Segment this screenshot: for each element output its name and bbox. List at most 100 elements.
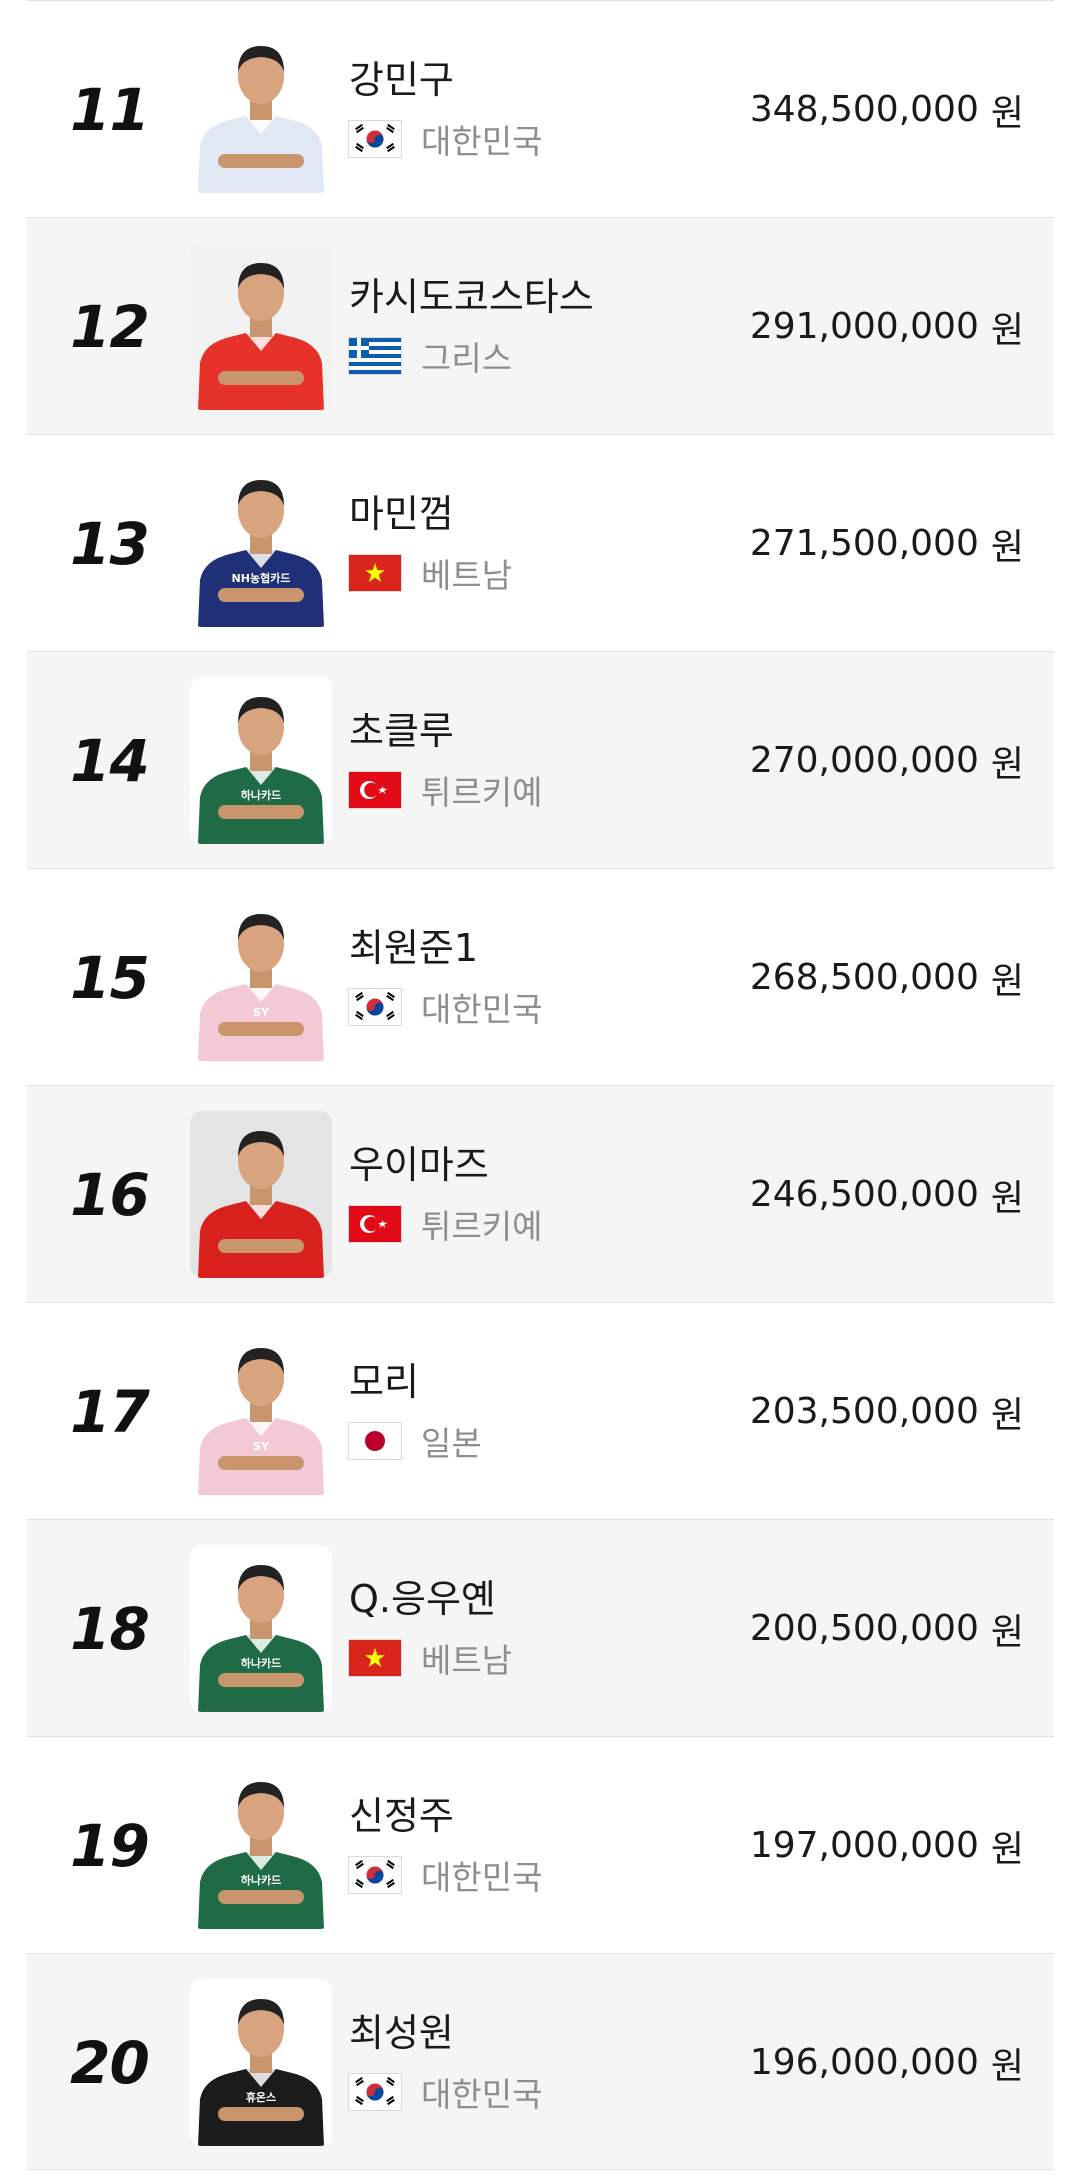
svg-text:하나카드: 하나카드	[241, 1873, 281, 1887]
currency-unit: 원	[990, 1177, 1024, 1219]
rank-number: 17	[70, 1377, 150, 1446]
svg-text:하나카드: 하나카드	[241, 1656, 281, 1670]
svg-text:하나카드: 하나카드	[241, 788, 281, 802]
player-row[interactable]: 17 SY 모리 일본 203,500,000 원	[27, 1302, 1054, 1519]
kr-flag-icon	[349, 121, 401, 157]
rank-number: 11	[70, 75, 150, 144]
player-nationality: 일본	[349, 1421, 482, 1463]
prize-amount: 270,000,000	[749, 740, 979, 781]
tr-flag-icon	[349, 772, 401, 808]
currency-unit: 원	[990, 1394, 1024, 1436]
prize-money: 291,000,000 원	[750, 218, 1024, 435]
prize-amount: 268,500,000	[749, 957, 979, 998]
player-photo	[190, 26, 332, 193]
player-name: 초클루	[349, 709, 454, 753]
player-name: 최성원	[349, 2011, 454, 2055]
rank-number: 20	[70, 2028, 150, 2097]
player-name: 강민구	[349, 58, 454, 102]
player-nationality: 튀르키예	[349, 770, 542, 812]
player-name: 우이마즈	[349, 1143, 489, 1187]
svg-text:휴온스: 휴온스	[246, 2090, 276, 2104]
currency-unit: 원	[990, 309, 1024, 351]
country-name: 그리스	[421, 339, 513, 378]
player-nationality: 베트남	[349, 1638, 512, 1680]
rank-number: 16	[70, 1160, 150, 1229]
country-name: 대한민국	[421, 1858, 543, 1897]
currency-unit: 원	[990, 1828, 1024, 1870]
currency-unit: 원	[990, 1611, 1024, 1653]
prize-money: 197,000,000 원	[750, 1737, 1024, 1954]
prize-money: 200,500,000 원	[750, 1520, 1024, 1737]
gr-flag-icon	[349, 338, 401, 374]
currency-unit: 원	[990, 526, 1024, 568]
player-nationality: 대한민국	[349, 119, 542, 161]
svg-text:NH농협카드: NH농협카드	[232, 571, 291, 585]
country-name: 튀르키예	[421, 1207, 543, 1246]
prize-amount: 271,500,000	[749, 523, 979, 564]
rank-number: 12	[70, 292, 150, 361]
player-name: 모리	[349, 1360, 419, 1404]
player-row[interactable]: 11 강민구대한민국 348,500,000 원	[27, 0, 1054, 217]
prize-money: 246,500,000 원	[750, 1086, 1024, 1303]
kr-flag-icon	[349, 1857, 401, 1893]
player-photo: 휴온스	[190, 1979, 332, 2146]
player-photo	[190, 243, 332, 410]
prize-amount: 246,500,000	[749, 1174, 979, 1215]
player-name: 마민껌	[349, 492, 454, 536]
prize-money: 270,000,000 원	[750, 652, 1024, 869]
player-name: 카시도코스타스	[349, 275, 594, 319]
kr-flag-icon	[349, 989, 401, 1025]
player-row[interactable]: 14 하나카드 초클루튀르키예 270,000,000 원	[27, 651, 1054, 868]
player-photo	[190, 1111, 332, 1278]
player-row[interactable]: 18 하나카드 Q.응우옌 베트남 200,500,000 원	[27, 1519, 1054, 1736]
country-name: 튀르키예	[421, 773, 543, 812]
prize-money: 203,500,000 원	[750, 1303, 1024, 1520]
player-name: 최원준1	[349, 926, 479, 970]
player-nationality: 대한민국	[349, 987, 542, 1029]
country-name: 대한민국	[421, 990, 543, 1029]
jp-flag-icon	[349, 1423, 401, 1459]
rank-number: 14	[70, 726, 150, 795]
player-name: 신정주	[349, 1794, 454, 1838]
player-nationality: 대한민국	[349, 1855, 542, 1897]
prize-amount: 348,500,000	[749, 89, 979, 130]
player-nationality: 베트남	[349, 553, 512, 595]
player-nationality: 그리스	[349, 336, 512, 378]
vn-flag-icon	[349, 1640, 401, 1676]
prize-amount: 291,000,000	[749, 306, 979, 347]
prize-money: 196,000,000 원	[750, 1954, 1024, 2171]
player-photo: SY	[190, 894, 332, 1061]
player-row[interactable]: 15 SY 최원준1 대한민국 268,500,000 원	[27, 868, 1054, 1085]
rank-number: 13	[70, 509, 150, 578]
rank-number: 19	[70, 1811, 150, 1880]
player-photo: 하나카드	[190, 1545, 332, 1712]
prize-amount: 203,500,000	[749, 1391, 979, 1432]
prize-amount: 200,500,000	[749, 1608, 979, 1649]
prize-amount: 196,000,000	[749, 2042, 979, 2083]
player-nationality: 대한민국	[349, 2072, 542, 2114]
prize-ranking-list: 11 강민구대한민국 348,500,000 원 12 카시도코스타스그리스 291,000…	[27, 0, 1054, 2170]
vn-flag-icon	[349, 555, 401, 591]
prize-money: 348,500,000 원	[750, 1, 1024, 218]
prize-money: 268,500,000 원	[750, 869, 1024, 1086]
player-name: Q.응우옌	[349, 1577, 496, 1621]
kr-flag-icon	[349, 2074, 401, 2110]
prize-money: 271,500,000 원	[750, 435, 1024, 652]
player-row[interactable]: 12 카시도코스타스그리스 291,000,000 원	[27, 217, 1054, 434]
player-photo: 하나카드	[190, 677, 332, 844]
currency-unit: 원	[990, 743, 1024, 785]
currency-unit: 원	[990, 92, 1024, 134]
player-row[interactable]: 19 하나카드 신정주대한민국 197,000,000 원	[27, 1736, 1054, 1953]
rank-number: 15	[70, 943, 150, 1012]
prize-amount: 197,000,000	[749, 1825, 979, 1866]
player-row[interactable]: 13 NH농협카드 마민껌베트남 271,500,000 원	[27, 434, 1054, 651]
player-row[interactable]: 20 휴온스 최성원대한민국 196,000,000 원	[27, 1953, 1054, 2170]
country-name: 일본	[421, 1424, 482, 1463]
country-name: 베트남	[421, 556, 513, 595]
player-row[interactable]: 16 우이마즈튀르키예 246,500,000 원	[27, 1085, 1054, 1302]
country-name: 베트남	[421, 1641, 513, 1680]
country-name: 대한민국	[421, 2075, 543, 2114]
player-photo: SY	[190, 1328, 332, 1495]
player-nationality: 튀르키예	[349, 1204, 542, 1246]
svg-text:SY: SY	[253, 1440, 270, 1453]
